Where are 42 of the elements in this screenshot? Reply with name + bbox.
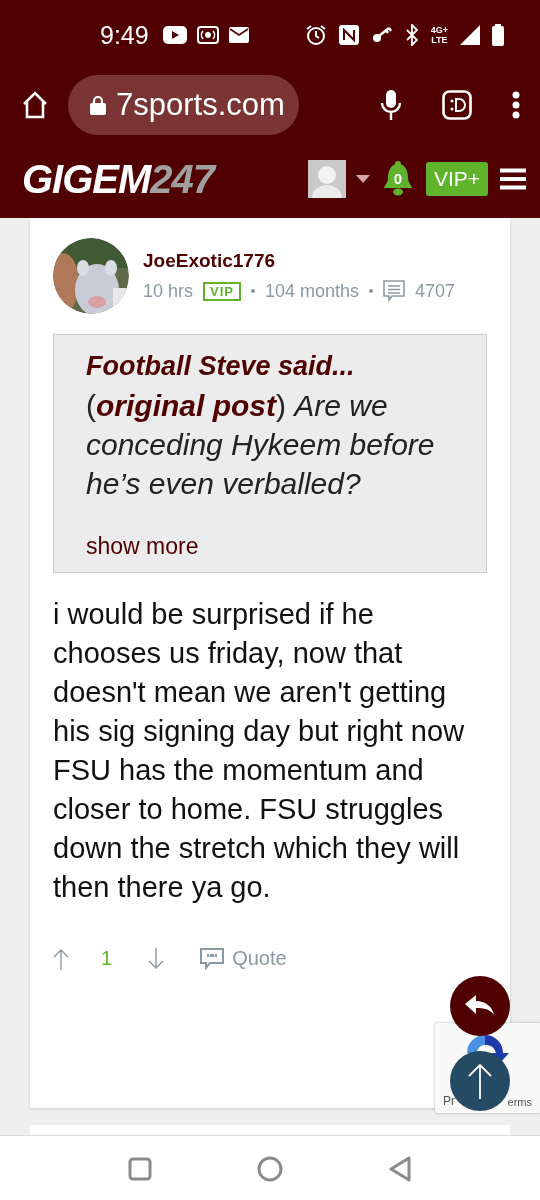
menu-icon[interactable] (500, 168, 526, 190)
member-tenure: 104 months (265, 280, 360, 302)
notification-bell-icon[interactable] (381, 161, 414, 197)
user-avatar-icon[interactable] (307, 160, 346, 198)
vip-badge: VIP (203, 281, 241, 301)
mail-icon (228, 27, 249, 43)
post-body: i would be surprised if he chooses us friday, now that doesn't mean we aren't getting his sig signing day but right now FSU has the momentum and closer to home. FSU struggles down the stretch which they will then there ya go. (53, 597, 466, 905)
battery-icon (492, 24, 504, 46)
upvote-arrow-icon[interactable] (53, 947, 69, 970)
terms-link[interactable]: erms (507, 1096, 532, 1108)
more-options-icon[interactable] (512, 91, 520, 119)
comment-icon (383, 280, 406, 302)
vote-count: 1 (101, 947, 113, 970)
up-arrow-icon (468, 1063, 492, 1099)
nfc-icon (338, 25, 359, 45)
lock-icon (90, 95, 106, 115)
clock-time: 9:49 (100, 20, 149, 50)
quote-text: (original post) Are we conceding Hykeem before he’s even verballed? (86, 388, 436, 502)
address-bar[interactable]: 7sports.com (68, 75, 299, 135)
bluetooth-icon (404, 24, 419, 46)
show-more-link[interactable]: show more (86, 533, 199, 560)
notification-count: 0 (392, 170, 404, 187)
post-count: 4707 (415, 280, 456, 302)
microphone-icon[interactable] (380, 89, 402, 121)
privacy-link[interactable]: Pr (443, 1094, 455, 1108)
emoji-tab-icon[interactable] (442, 90, 472, 120)
dropdown-caret-icon[interactable] (355, 175, 370, 183)
broadcast-icon (196, 26, 219, 44)
downvote-arrow-icon[interactable] (148, 947, 165, 970)
back-icon[interactable] (388, 1155, 412, 1182)
recent-apps-icon[interactable] (128, 1156, 152, 1181)
play-icon (162, 26, 187, 44)
quote-bubble-icon (200, 947, 225, 970)
key-icon (370, 26, 393, 44)
network-type: 4G+ LTE (430, 25, 448, 45)
author-name[interactable]: JoeExotic1776 (143, 250, 456, 272)
signal-icon (460, 25, 480, 45)
reply-icon (465, 995, 495, 1017)
site-logo[interactable]: GIGEM247 (22, 156, 215, 202)
quote-author[interactable]: Football Steve said... (86, 347, 466, 386)
alarm-icon (304, 24, 327, 46)
post-age: 10 hrs (143, 280, 194, 302)
